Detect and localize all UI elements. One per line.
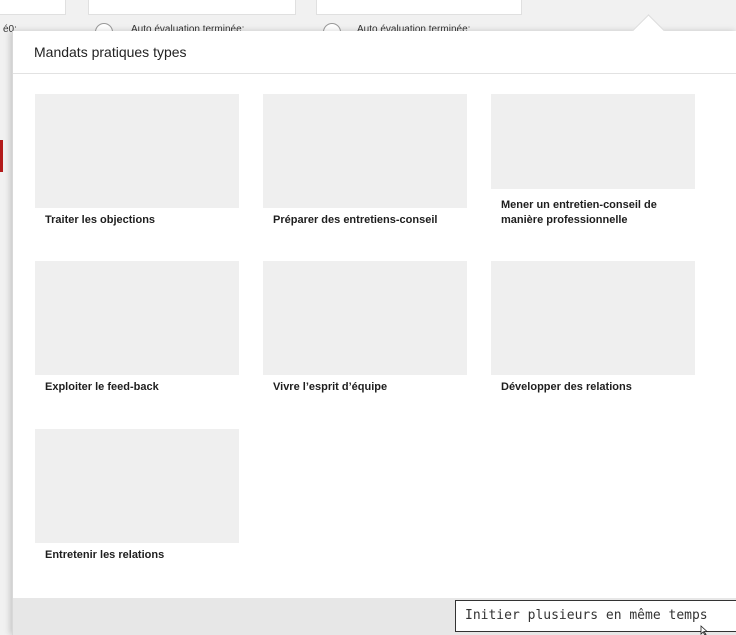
mandate-card[interactable]: Exploiter le feed-back (35, 261, 239, 403)
card-label: Mener un entretien-conseil de manière pr… (501, 199, 657, 226)
modal-header: Mandats pratiques types (13, 31, 736, 74)
mandate-card[interactable]: Entretenir les relations (35, 429, 239, 571)
card-label: Préparer des entretiens-conseil (273, 214, 438, 226)
card-label: Exploiter le feed-back (45, 381, 159, 393)
mandate-card[interactable]: Préparer des entretiens-conseil (263, 94, 467, 236)
mandate-card[interactable]: Vivre l’esprit d’équipe (263, 261, 467, 403)
mouse-pointer-icon (700, 625, 709, 635)
mandate-card[interactable]: Mener un entretien-conseil de manière pr… (491, 94, 695, 236)
bulk-initiate-tooltip: Initier plusieurs en même temps (455, 600, 736, 632)
card-thumbnail (491, 94, 695, 189)
background-card (0, 0, 66, 15)
card-label: Traiter les objections (45, 214, 156, 226)
card-thumbnail (35, 261, 239, 375)
card-label: Entretenir les relations (45, 549, 165, 561)
background-card (88, 0, 296, 15)
mandate-card[interactable]: Traiter les objections (35, 94, 239, 236)
card-thumbnail (263, 261, 467, 375)
card-label: Développer des relations (501, 381, 632, 393)
card-thumbnail (35, 429, 239, 543)
card-thumbnail (263, 94, 467, 208)
modal-title: Mandats pratiques types (34, 44, 187, 60)
card-thumbnail (35, 94, 239, 208)
mandate-card[interactable]: Développer des relations (491, 261, 695, 403)
background-accent-bar (0, 140, 3, 172)
card-thumbnail (491, 261, 695, 375)
practical-mandates-modal: Mandats pratiques types Traiter les obje… (12, 14, 736, 635)
background-card (316, 0, 522, 15)
card-label: Vivre l’esprit d’équipe (273, 381, 388, 393)
